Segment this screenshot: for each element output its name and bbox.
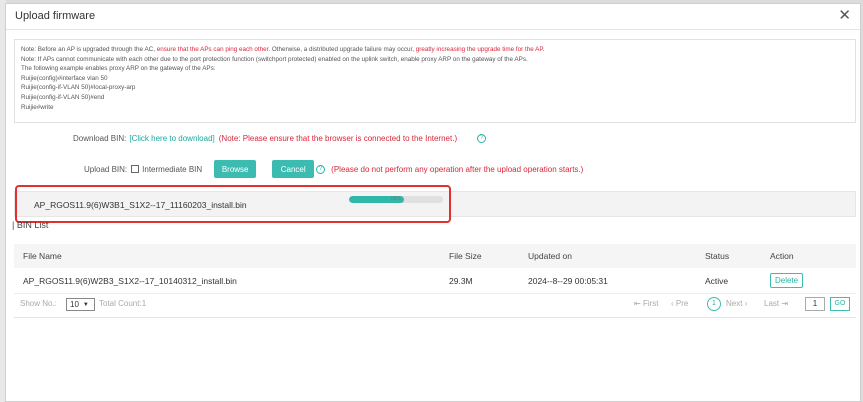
- upload-firmware-dialog: Upload firmware ✕ Note: Before an AP is …: [5, 3, 861, 402]
- pagination-bar: Show No.: 10 ▼ Total Count:1 ⇤ First ‹ Pr…: [14, 294, 856, 318]
- first-page-button[interactable]: ⇤ First: [634, 299, 659, 308]
- column-header-file-name: File Name: [23, 251, 62, 261]
- column-header-updated-on: Updated on: [528, 251, 572, 261]
- note-line-5: Ruijie(config-if-VLAN 50)#local-proxy-ar…: [21, 84, 136, 92]
- page-size-select[interactable]: 10 ▼: [66, 298, 95, 311]
- download-note: (Note: Please ensure that the browser is…: [218, 133, 458, 143]
- current-page[interactable]: 1: [707, 297, 721, 311]
- total-count: Total Count:1: [99, 299, 147, 308]
- note-line-3: The following example enables proxy ARP …: [21, 65, 216, 73]
- upgrade-note-box: Note: Before an AP is upgraded through t…: [14, 39, 856, 123]
- column-header-action: Action: [770, 251, 794, 261]
- go-button[interactable]: GO: [830, 297, 850, 311]
- cell-status: Active: [705, 275, 729, 286]
- upload-warning: (Please do not perform any operation aft…: [331, 164, 584, 174]
- cell-action: Delete: [770, 268, 804, 293]
- dialog-title: Upload firmware: [15, 10, 96, 22]
- close-icon[interactable]: ✕: [838, 7, 851, 25]
- prev-page-button[interactable]: ‹ Pre: [671, 299, 688, 308]
- upload-bin-row: Upload BIN: Intermediate BIN Browse Canc…: [84, 160, 583, 178]
- help-icon[interactable]: ?: [477, 133, 487, 143]
- upload-bin-label: Upload BIN:: [84, 164, 128, 174]
- column-header-file-size: File Size: [449, 251, 482, 261]
- next-page-button[interactable]: Next ›: [726, 299, 747, 308]
- note-line-1: Note: Before an AP is upgraded through t…: [21, 46, 545, 53]
- last-page-button[interactable]: Last ⇥: [764, 299, 788, 308]
- cell-updated-on: 2024--8--29 00:05:31: [528, 275, 608, 286]
- help-icon[interactable]: ?: [316, 164, 326, 174]
- show-number-label: Show No.:: [20, 299, 57, 308]
- chevron-down-icon: ▼: [82, 301, 89, 308]
- highlight-box: [15, 185, 451, 223]
- column-header-status: Status: [705, 251, 730, 261]
- note-line-6: Ruijie(config-if-VLAN 50)#end: [21, 93, 105, 101]
- first-page-icon: ⇤: [634, 299, 643, 308]
- goto-page-input[interactable]: 1: [805, 297, 825, 311]
- table-header: File Name File Size Updated on Status Ac…: [14, 244, 856, 268]
- bin-list-title: | BIN List: [12, 220, 49, 230]
- intermediate-bin-label: Intermediate BIN: [142, 164, 203, 174]
- browse-button[interactable]: Browse: [214, 160, 257, 178]
- intermediate-bin-checkbox[interactable]: [131, 165, 140, 173]
- delete-button[interactable]: Delete: [770, 273, 804, 288]
- cancel-button[interactable]: Cancel: [272, 160, 315, 178]
- last-page-icon: ⇥: [779, 299, 789, 308]
- note-line-7: Ruijie#write: [21, 103, 54, 111]
- bin-list-table: File Name File Size Updated on Status Ac…: [14, 244, 856, 294]
- download-bin-row: Download BIN: [Click here to download] (…: [73, 132, 487, 144]
- table-row: AP_RGOS11.9(6)W2B3_S1X2--17_10140312_ins…: [14, 268, 856, 294]
- cell-file-name: AP_RGOS11.9(6)W2B3_S1X2--17_10140312_ins…: [23, 275, 237, 286]
- download-bin-link[interactable]: [Click here to download]: [129, 134, 214, 143]
- chevron-right-icon: ›: [742, 299, 748, 308]
- note-line-4: Ruijie(config)#interface vlan 50: [21, 74, 108, 82]
- download-bin-label: Download BIN:: [73, 133, 127, 143]
- dialog-title-bar: Upload firmware ✕: [6, 4, 860, 30]
- cell-file-size: 29.3M: [449, 275, 473, 286]
- note-line-2: Note: If APs cannot communicate with eac…: [21, 55, 528, 63]
